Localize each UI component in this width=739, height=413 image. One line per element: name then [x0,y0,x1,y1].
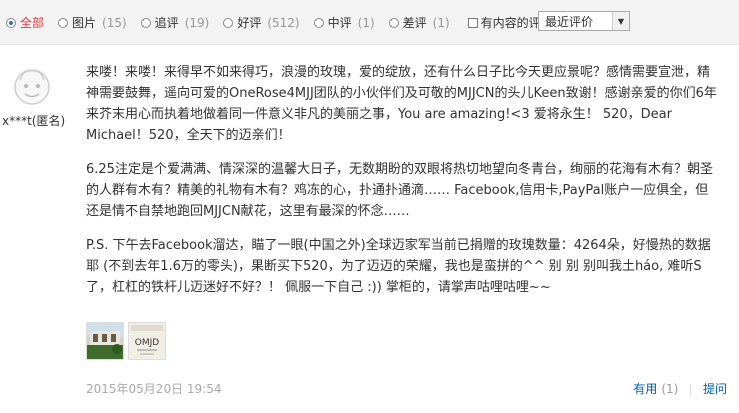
filter-neutral[interactable]: 中评 (1) [313,14,375,31]
reviewer-name: x***t(匿名) [2,114,66,128]
filter-count: (1) [432,15,450,30]
filter-negative[interactable]: 差评 (1) [388,14,450,31]
divider [690,383,692,396]
filter-label: 中评 [327,16,352,30]
filter-count: (15) [102,15,127,30]
review-filter-bar: 全部 图片 (15) 追评 (19) 好评 (512) 中评 (1) 差评 (1… [0,0,739,45]
review-body: 来喽！来喽！来得早不如来得巧，浪漫的玫瑰，爱的绽放，还有什么日子比今天更应景呢？… [86,62,718,298]
filter-positive[interactable]: 好评 (512) [223,14,300,31]
useful-count: (1) [661,382,679,396]
useful-button[interactable]: 有用 [633,382,657,396]
radio-icon[interactable] [58,17,69,28]
avatar [12,66,52,108]
review-thumbnails: OMJD [86,322,170,360]
filter-label: 全部 [20,16,45,30]
filter-label: 追评 [154,16,179,30]
radio-icon[interactable] [223,17,234,28]
filter-label: 图片 [72,16,97,30]
radio-icon[interactable] [140,17,151,28]
filter-row: 全部 图片 (15) 追评 (19) 好评 (512) 中评 (1) 差评 (1… [6,14,561,31]
filter-all[interactable]: 全部 [6,14,44,31]
review-actions: 有用 (1) 提问 [633,380,727,397]
sort-select[interactable]: 最近评价 ▼ [538,11,630,31]
filter-count: (1) [357,15,375,30]
radio-icon[interactable] [313,17,324,28]
review-image-thumbnail[interactable] [86,322,124,360]
ask-button[interactable]: 提问 [703,382,727,396]
sort-selected-value: 最近评价 [545,14,594,29]
chevron-down-icon: ▼ [612,12,629,30]
radio-icon[interactable] [6,17,16,28]
review-date: 2015年05月20日 19:54 [86,382,222,396]
filter-label: 差评 [402,16,427,30]
checkbox-icon[interactable] [467,17,478,28]
filter-label: 好评 [237,16,262,30]
filter-count: (19) [184,15,210,30]
filter-followup[interactable]: 追评 (19) [140,14,210,31]
filter-count: (512) [267,15,300,30]
review-image-thumbnail[interactable]: OMJD [128,322,166,360]
radio-icon[interactable] [388,17,399,28]
review-paragraph: 来喽！来喽！来得早不如来得巧，浪漫的玫瑰，爱的绽放，还有什么日子比今天更应景呢？… [86,65,717,143]
review-paragraph: P.S. 下午去Facebook溜达，瞄了一眼(中国之外)全球迈家军当前已捐赠的… [86,238,711,295]
filter-images[interactable]: 图片 (15) [58,14,127,31]
thumbnail-text: OMJD [135,338,160,348]
review-paragraph: 6.25注定是个爱满满、情深深的温馨大日子，无数期盼的双眼将热切地望向冬青台，绚… [86,162,713,219]
